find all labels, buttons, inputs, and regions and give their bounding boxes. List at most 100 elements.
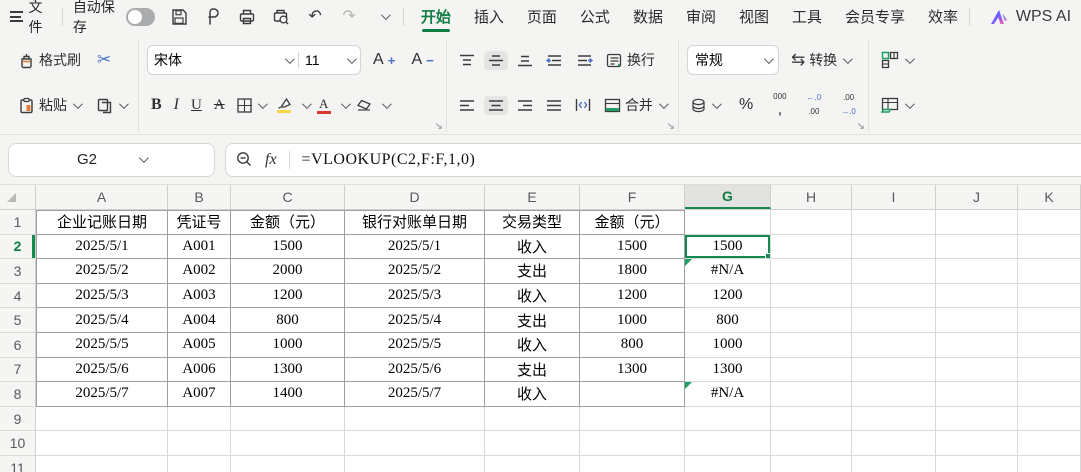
name-box[interactable]: G2	[8, 143, 215, 177]
cell-D10[interactable]	[345, 431, 485, 456]
fill-color-button[interactable]	[273, 95, 296, 116]
clear-format-button[interactable]	[352, 96, 376, 114]
cell-H10[interactable]	[771, 431, 852, 456]
row-header-5[interactable]: 5	[0, 308, 36, 333]
cell-D8[interactable]: 2025/5/7	[345, 382, 485, 407]
cell-K8[interactable]	[1018, 382, 1081, 407]
cell-I2[interactable]	[852, 235, 936, 260]
cell-K11[interactable]	[1018, 456, 1081, 472]
bold-button[interactable]: B	[147, 93, 166, 117]
decrease-decimal-button[interactable]: .00→.0	[837, 90, 860, 119]
cell-B3[interactable]: A002	[168, 259, 231, 284]
row-header-11[interactable]: 11	[0, 456, 36, 472]
cell-E8[interactable]: 收入	[485, 382, 580, 407]
cell-K10[interactable]	[1018, 431, 1081, 456]
number-format-select[interactable]: 常规	[687, 45, 779, 75]
align-middle-button[interactable]	[484, 51, 508, 70]
cell-J7[interactable]	[936, 358, 1018, 383]
column-header-H[interactable]: H	[771, 185, 852, 209]
cell-H6[interactable]	[771, 333, 852, 358]
cell-J8[interactable]	[936, 382, 1018, 407]
zoom-out-icon[interactable]	[236, 151, 253, 168]
cell-I4[interactable]	[852, 284, 936, 309]
font-size-select[interactable]: 11	[298, 52, 360, 68]
cell-I3[interactable]	[852, 259, 936, 284]
worksheet-button[interactable]	[877, 93, 916, 117]
merge-cells-button[interactable]: 合并	[600, 92, 670, 118]
cell-A8[interactable]: 2025/5/7	[36, 382, 168, 407]
font-dialog-launcher-icon[interactable]: ↘	[435, 122, 443, 132]
autosave-toggle[interactable]	[126, 8, 155, 26]
align-center-button[interactable]	[484, 96, 508, 115]
cell-C11[interactable]	[231, 456, 345, 472]
tab-效率[interactable]: 效率	[927, 1, 959, 33]
cell-J6[interactable]	[936, 333, 1018, 358]
underline-button[interactable]: U	[187, 94, 206, 117]
cell-K4[interactable]	[1018, 284, 1081, 309]
cell-D2[interactable]: 2025/5/1	[345, 235, 485, 260]
cell-G2[interactable]: 1500	[685, 235, 771, 260]
export-pdf-icon[interactable]	[203, 7, 223, 27]
cell-F4[interactable]: 1200	[580, 284, 685, 309]
cell-C10[interactable]	[231, 431, 345, 456]
rows-columns-button[interactable]	[877, 48, 916, 72]
cell-B10[interactable]	[168, 431, 231, 456]
tab-工具[interactable]: 工具	[791, 1, 823, 33]
cell-H4[interactable]	[771, 284, 852, 309]
cell-A1[interactable]: 企业记账日期	[36, 210, 168, 235]
currency-format-button[interactable]	[687, 95, 723, 116]
tab-会员专享[interactable]: 会员专享	[844, 1, 906, 33]
cell-F7[interactable]: 1300	[580, 358, 685, 383]
cell-C8[interactable]: 1400	[231, 382, 345, 407]
cell-B5[interactable]: A004	[168, 308, 231, 333]
cell-B7[interactable]: A006	[168, 358, 231, 383]
cell-A4[interactable]: 2025/5/3	[36, 284, 168, 309]
cell-F8[interactable]	[580, 382, 685, 407]
cell-C6[interactable]: 1000	[231, 333, 345, 358]
cell-G1[interactable]	[685, 210, 771, 235]
cell-C9[interactable]	[231, 407, 345, 432]
cell-E1[interactable]: 交易类型	[485, 210, 580, 235]
cell-E6[interactable]: 收入	[485, 333, 580, 358]
text-direction-button[interactable]	[571, 95, 595, 115]
align-top-button[interactable]	[455, 51, 479, 70]
cell-H11[interactable]	[771, 456, 852, 472]
print-preview-icon[interactable]	[271, 7, 291, 27]
cell-D6[interactable]: 2025/5/5	[345, 333, 485, 358]
column-header-B[interactable]: B	[168, 185, 231, 209]
cell-H8[interactable]	[771, 382, 852, 407]
cell-G4[interactable]: 1200	[685, 284, 771, 309]
cell-G10[interactable]	[685, 431, 771, 456]
tab-审阅[interactable]: 审阅	[685, 1, 717, 33]
column-header-A[interactable]: A	[36, 185, 168, 209]
cell-H1[interactable]	[771, 210, 852, 235]
cell-I10[interactable]	[852, 431, 936, 456]
borders-button[interactable]	[233, 95, 269, 116]
cell-C2[interactable]: 1500	[231, 235, 345, 260]
cell-B6[interactable]: A005	[168, 333, 231, 358]
cell-E5[interactable]: 支出	[485, 308, 580, 333]
formula-text[interactable]: =VLOOKUP(C2,F:F,1,0)	[302, 151, 476, 169]
cell-F9[interactable]	[580, 407, 685, 432]
print-icon[interactable]	[237, 7, 257, 27]
cell-E7[interactable]: 支出	[485, 358, 580, 383]
cell-G9[interactable]	[685, 407, 771, 432]
cell-A3[interactable]: 2025/5/2	[36, 259, 168, 284]
column-header-D[interactable]: D	[345, 185, 485, 209]
column-header-F[interactable]: F	[580, 185, 685, 209]
cell-K9[interactable]	[1018, 407, 1081, 432]
cell-D1[interactable]: 银行对账单日期	[345, 210, 485, 235]
formula-input-area[interactable]: fx =VLOOKUP(C2,F:F,1,0)	[225, 143, 1081, 177]
cell-J10[interactable]	[936, 431, 1018, 456]
cell-A5[interactable]: 2025/5/4	[36, 308, 168, 333]
row-header-2[interactable]: 2	[0, 235, 36, 260]
cell-A7[interactable]: 2025/5/6	[36, 358, 168, 383]
cell-K1[interactable]	[1018, 210, 1081, 235]
fx-icon[interactable]: fx	[265, 151, 277, 169]
row-header-7[interactable]: 7	[0, 358, 36, 383]
cell-I8[interactable]	[852, 382, 936, 407]
font-name-select[interactable]: 宋体	[148, 50, 298, 70]
cell-A6[interactable]: 2025/5/5	[36, 333, 168, 358]
decrease-indent-button[interactable]	[542, 51, 567, 70]
cell-C7[interactable]: 1300	[231, 358, 345, 383]
